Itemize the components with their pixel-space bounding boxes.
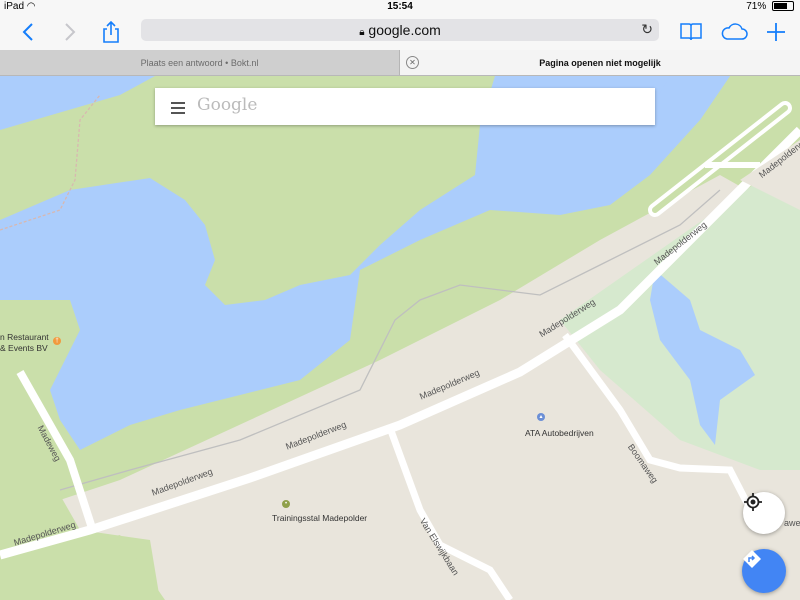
restaurant-icon[interactable]: † bbox=[53, 337, 61, 345]
tab-bar: Plaats een antwoord • Bokt.nl ✕ Pagina o… bbox=[0, 50, 800, 76]
reload-icon[interactable]: ↻ bbox=[641, 21, 653, 38]
share-icon[interactable] bbox=[97, 18, 125, 46]
my-location-button[interactable] bbox=[743, 492, 785, 534]
map-canvas[interactable]: Madepolderweg Madepolderweg Madepolderwe… bbox=[0, 76, 800, 600]
url-text: google.com bbox=[368, 22, 441, 38]
tab-current[interactable]: ✕ Pagina openen niet mogelijk bbox=[400, 50, 800, 75]
place-name-line1: n Restaurant bbox=[0, 332, 49, 342]
street-label-awe: awe bbox=[784, 518, 800, 528]
url-display: 🔒︎ google.com bbox=[141, 22, 659, 38]
google-logo: Google bbox=[197, 95, 258, 115]
place-ata[interactable]: ATA Autobedrijven bbox=[525, 428, 594, 438]
directions-icon bbox=[743, 550, 761, 568]
new-tab-icon[interactable] bbox=[762, 18, 790, 46]
forward-icon[interactable] bbox=[56, 18, 84, 46]
place-name-line2: & Events BV bbox=[0, 343, 48, 353]
menu-icon[interactable] bbox=[171, 102, 185, 117]
address-bar[interactable]: 🔒︎ google.com ↻ bbox=[141, 19, 659, 41]
back-icon[interactable] bbox=[14, 18, 42, 46]
tab-title: Pagina openen niet mogelijk bbox=[539, 57, 661, 68]
close-tab-icon[interactable]: ✕ bbox=[406, 56, 419, 69]
maps-search-box[interactable]: Google bbox=[155, 88, 655, 125]
battery-percent: 71% bbox=[746, 1, 767, 12]
place-trainingsstal[interactable]: Trainingsstal Madepolder bbox=[272, 513, 367, 523]
stable-icon[interactable]: • bbox=[282, 500, 290, 508]
battery-icon bbox=[772, 1, 794, 12]
status-bar: iPad ◠ 15:54 71% bbox=[0, 0, 800, 14]
clock: 15:54 bbox=[387, 1, 413, 12]
tab-title: Plaats een antwoord • Bokt.nl bbox=[140, 57, 259, 68]
tab-bokt[interactable]: Plaats een antwoord • Bokt.nl bbox=[0, 50, 400, 75]
lock-icon: 🔒︎ bbox=[359, 27, 365, 38]
crosshair-icon bbox=[744, 493, 762, 511]
car-dealer-icon[interactable]: ▴ bbox=[537, 413, 545, 421]
browser-toolbar: 🔒︎ google.com ↻ bbox=[0, 14, 800, 50]
bookmarks-icon[interactable] bbox=[677, 18, 705, 46]
cloud-tabs-icon[interactable] bbox=[720, 18, 748, 46]
map-tiles bbox=[0, 76, 800, 600]
battery-status: 71% bbox=[746, 1, 794, 12]
directions-button[interactable] bbox=[742, 549, 786, 593]
place-restaurant[interactable]: n Restaurant & Events BV bbox=[0, 332, 49, 354]
